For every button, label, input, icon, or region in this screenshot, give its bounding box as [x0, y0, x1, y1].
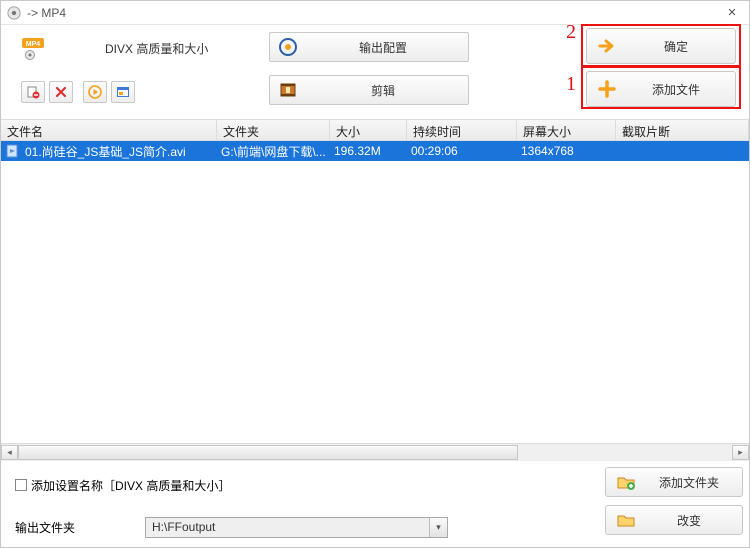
- col-header-duration[interactable]: 持续时间: [407, 120, 517, 140]
- small-button-group: [21, 81, 135, 103]
- button-label: 剪辑: [298, 82, 468, 99]
- col-header-clip[interactable]: 截取片断: [616, 120, 749, 140]
- title-bar: -> MP4 ×: [1, 1, 749, 25]
- file-list[interactable]: 01.尚硅谷_JS基础_JS简介.avi G:\前端\网盘下载\... 196.…: [1, 141, 749, 443]
- scroll-thumb[interactable]: [18, 445, 518, 460]
- button-label: 改变: [636, 512, 742, 529]
- cell-dim: 1364x768: [515, 144, 614, 158]
- info-button[interactable]: [111, 81, 135, 103]
- add-file-button[interactable]: 添加文件: [586, 71, 736, 107]
- chevron-down-icon[interactable]: ▾: [429, 518, 447, 537]
- plus-icon: [597, 79, 617, 99]
- combo-value: H:\FFoutput: [152, 520, 215, 534]
- svg-text:MP4: MP4: [26, 41, 41, 48]
- folder-add-icon: [616, 472, 636, 492]
- top-row-1: MP4 DIVX 高质量和大小 输出配置 2 确定: [1, 25, 749, 71]
- gear-icon: [278, 37, 298, 57]
- play-button[interactable]: [83, 81, 107, 103]
- output-folder-label: 输出文件夹: [15, 519, 75, 536]
- folder-icon: [616, 510, 636, 530]
- scroll-left-icon[interactable]: ◂: [1, 445, 18, 460]
- scroll-track[interactable]: [18, 445, 732, 460]
- preset-label: DIVX 高质量和大小: [105, 40, 208, 57]
- output-folder-combo[interactable]: H:\FFoutput ▾: [145, 517, 448, 538]
- film-icon: [278, 80, 298, 100]
- close-icon[interactable]: ×: [721, 5, 743, 20]
- table-row[interactable]: 01.尚硅谷_JS基础_JS简介.avi G:\前端\网盘下载\... 196.…: [1, 141, 749, 161]
- top-row-2: 剪辑 1 添加文件: [1, 71, 749, 113]
- horizontal-scrollbar[interactable]: ◂ ▸: [1, 443, 749, 460]
- col-header-folder[interactable]: 文件夹: [217, 120, 330, 140]
- cell-size: 196.32M: [328, 144, 405, 158]
- scroll-right-icon[interactable]: ▸: [732, 445, 749, 460]
- output-config-button[interactable]: 输出配置: [269, 32, 469, 62]
- app-window: -> MP4 × MP4 DIVX 高质量和大小 输出配置 2 确定: [0, 0, 750, 548]
- annotation-number-2: 2: [566, 21, 576, 44]
- ok-button[interactable]: 确定: [586, 28, 736, 64]
- col-header-dim[interactable]: 屏幕大小: [517, 120, 616, 140]
- button-label: 输出配置: [298, 39, 468, 56]
- list-header: 文件名 文件夹 大小 持续时间 屏幕大小 截取片断: [1, 119, 749, 141]
- remove-item-button[interactable]: [21, 81, 45, 103]
- video-file-icon: [5, 144, 19, 158]
- button-label: 添加文件: [617, 81, 735, 98]
- button-label: 确定: [617, 38, 735, 55]
- annotation-number-1: 1: [566, 73, 576, 96]
- window-title: -> MP4: [27, 6, 66, 20]
- bottom-panel: 添加设置名称［DIVX 高质量和大小］ 输出文件夹 H:\FFoutput ▾ …: [1, 460, 749, 547]
- cell-name: 01.尚硅谷_JS基础_JS简介.avi: [19, 143, 215, 160]
- col-header-name[interactable]: 文件名: [1, 120, 217, 140]
- trim-button[interactable]: 剪辑: [269, 75, 469, 105]
- arrow-right-icon: [597, 36, 617, 56]
- button-label: 添加文件夹: [636, 474, 742, 491]
- mp4-icon: MP4: [21, 36, 45, 60]
- change-button[interactable]: 改变: [605, 505, 743, 535]
- col-header-size[interactable]: 大小: [330, 120, 407, 140]
- checkbox[interactable]: [15, 479, 27, 491]
- cell-duration: 00:29:06: [405, 144, 515, 158]
- option-label: 添加设置名称［DIVX 高质量和大小］: [31, 477, 230, 494]
- cell-folder: G:\前端\网盘下载\...: [215, 143, 328, 160]
- add-folder-button[interactable]: 添加文件夹: [605, 467, 743, 497]
- app-icon: [7, 6, 21, 20]
- delete-button[interactable]: [49, 81, 73, 103]
